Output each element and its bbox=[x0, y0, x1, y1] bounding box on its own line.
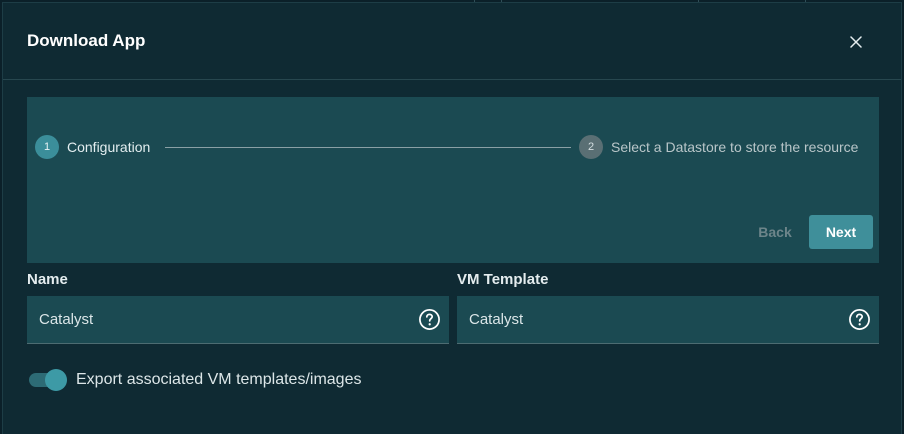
name-field-label: Name bbox=[27, 271, 68, 288]
vm-template-field[interactable]: Catalyst bbox=[457, 296, 879, 344]
toggle-knob bbox=[45, 369, 67, 391]
step-select-datastore[interactable]: 2 Select a Datastore to store the resour… bbox=[579, 135, 858, 159]
dialog-header: Download App bbox=[3, 3, 901, 80]
close-icon bbox=[850, 36, 862, 48]
download-app-dialog: Download App 1 Configuration 2 Select a … bbox=[2, 2, 902, 434]
close-button[interactable] bbox=[845, 31, 867, 53]
step-configuration[interactable]: 1 Configuration bbox=[35, 135, 150, 159]
help-circle-icon[interactable] bbox=[848, 308, 871, 331]
stepper-panel: 1 Configuration 2 Select a Datastore to … bbox=[27, 97, 879, 263]
dialog-title: Download App bbox=[27, 31, 146, 50]
export-toggle-row: Export associated VM templates/images bbox=[29, 367, 361, 393]
help-circle-icon[interactable] bbox=[418, 308, 441, 331]
name-field-value: Catalyst bbox=[39, 311, 94, 328]
export-templates-toggle[interactable] bbox=[29, 367, 67, 393]
export-toggle-label: Export associated VM templates/images bbox=[76, 371, 362, 388]
step-label: Configuration bbox=[67, 139, 151, 155]
vm-template-field-label: VM Template bbox=[457, 271, 549, 288]
step-number-badge: 1 bbox=[35, 135, 59, 159]
step-connector bbox=[165, 147, 571, 148]
back-button[interactable]: Back bbox=[749, 215, 801, 249]
name-field[interactable]: Catalyst bbox=[27, 296, 449, 344]
next-button[interactable]: Next bbox=[809, 215, 873, 249]
vm-template-field-value: Catalyst bbox=[469, 311, 524, 328]
step-label: Select a Datastore to store the resource bbox=[611, 139, 859, 155]
step-number-badge: 2 bbox=[579, 135, 603, 159]
